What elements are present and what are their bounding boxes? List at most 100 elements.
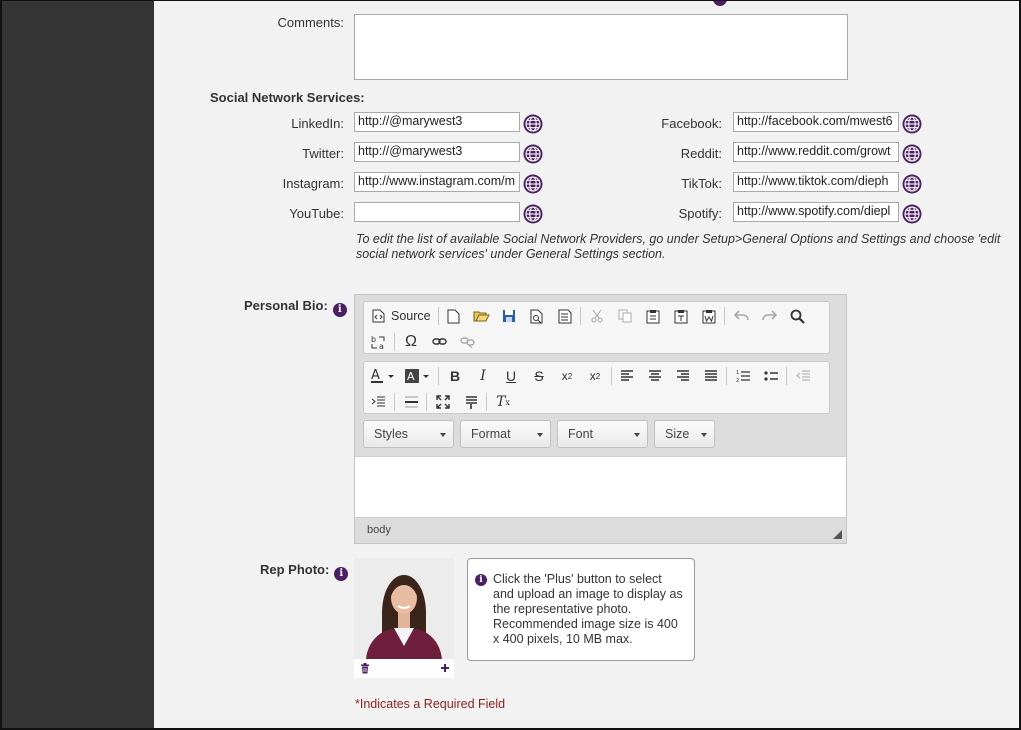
italic-icon[interactable]: I (472, 365, 494, 387)
toolbar-group-document: Source ba Ω (363, 301, 830, 354)
link-icon[interactable] (428, 331, 450, 353)
font-dropdown-label: Font (568, 427, 594, 441)
required-field-note: *Indicates a Required Field (355, 697, 506, 711)
twitter-label: Twitter: (302, 146, 344, 161)
photo-tip-text: Click the 'Plus' button to select and up… (493, 572, 683, 646)
globe-icon[interactable] (902, 174, 922, 194)
open-folder-icon[interactable] (470, 305, 492, 327)
chevron-down-icon (634, 433, 640, 437)
format-dropdown[interactable]: Format (460, 420, 551, 448)
svg-text:A: A (407, 370, 415, 383)
special-char-icon[interactable]: Ω (400, 331, 422, 353)
tiktok-input[interactable]: http://www.tiktok.com/dieph (733, 172, 899, 192)
size-dropdown-label: Size (665, 427, 690, 441)
cut-icon[interactable] (586, 305, 608, 327)
bio-label-row: Personal Bio: i (244, 298, 347, 317)
svg-text:b: b (371, 335, 376, 344)
spotify-input[interactable]: http://www.spotify.com/diepl (733, 202, 899, 222)
form-area: i Comments: Social Network Services: Lin… (154, 1, 1019, 728)
linkedin-label: LinkedIn: (291, 116, 344, 131)
paste-word-icon[interactable] (698, 305, 720, 327)
svg-text:2: 2 (736, 378, 739, 383)
replace-icon[interactable]: ba (367, 331, 389, 353)
info-icon[interactable]: i (334, 567, 349, 581)
align-center-icon[interactable] (644, 365, 666, 387)
left-sidebar (2, 1, 154, 728)
maximize-icon[interactable] (432, 391, 454, 413)
size-dropdown[interactable]: Size (654, 420, 715, 448)
redo-icon[interactable] (758, 305, 780, 327)
info-icon[interactable]: i (713, 1, 727, 6)
paste-text-icon[interactable] (670, 305, 692, 327)
svg-text:A: A (371, 368, 380, 383)
show-blocks-icon[interactable] (460, 391, 482, 413)
reddit-input[interactable]: http://www.reddit.com/growt (733, 142, 899, 162)
toolbar-group-format: A A B I U S x2 x2 12 T x (363, 361, 830, 414)
paste-icon[interactable] (642, 305, 664, 327)
info-icon: i (475, 574, 487, 586)
globe-icon[interactable] (523, 144, 543, 164)
youtube-input[interactable] (354, 202, 520, 222)
plus-icon[interactable] (440, 663, 450, 673)
preview-icon[interactable] (526, 305, 548, 327)
templates-icon[interactable] (554, 305, 576, 327)
superscript-icon[interactable]: x2 (584, 365, 606, 387)
bio-edit-area[interactable] (355, 456, 846, 518)
photo-label-row: Rep Photo: i (260, 562, 349, 581)
horizontal-line-icon[interactable] (400, 391, 422, 413)
instagram-label: Instagram: (282, 176, 344, 191)
font-dropdown[interactable]: Font (557, 420, 648, 448)
rich-text-editor: Source ba Ω A A B I U S x 2 x 2 1 2 T x … (354, 294, 847, 544)
element-path[interactable]: body (367, 524, 391, 536)
align-left-icon[interactable] (616, 365, 638, 387)
increase-indent-icon[interactable] (367, 391, 389, 413)
instagram-input[interactable]: http://www.instagram.com/m (354, 172, 520, 192)
rep-photo (354, 558, 454, 678)
photo-tip: i Click the 'Plus' button to select and … (467, 558, 695, 661)
rep-photo-image (354, 558, 454, 659)
bio-label: Personal Bio: (244, 298, 328, 313)
undo-icon[interactable] (730, 305, 752, 327)
decrease-indent-icon[interactable] (792, 365, 814, 387)
source-button[interactable]: Source (367, 305, 437, 327)
twitter-input[interactable]: http://@marywest3 (354, 142, 520, 162)
source-icon (372, 309, 385, 323)
numbered-list-icon[interactable]: 12 (732, 365, 754, 387)
resize-handle[interactable] (833, 530, 842, 539)
trash-icon[interactable] (360, 663, 370, 674)
comments-textarea[interactable] (354, 14, 848, 80)
photo-actions (354, 659, 454, 678)
app-frame: i Comments: Social Network Services: Lin… (0, 0, 1021, 730)
styles-dropdown[interactable]: Styles (363, 420, 454, 448)
globe-icon[interactable] (902, 144, 922, 164)
chevron-down-icon (701, 433, 707, 437)
new-page-icon[interactable] (442, 305, 464, 327)
globe-icon[interactable] (523, 204, 543, 224)
find-icon[interactable] (786, 305, 808, 327)
chevron-down-icon (537, 433, 543, 437)
unlink-icon[interactable] (456, 331, 478, 353)
remove-format-icon[interactable]: Tx (492, 391, 514, 413)
text-color-icon[interactable]: A (367, 365, 399, 387)
svg-text:a: a (379, 342, 384, 350)
bulleted-list-icon[interactable] (760, 365, 782, 387)
globe-icon[interactable] (902, 204, 922, 224)
info-icon[interactable]: i (332, 303, 347, 317)
globe-icon[interactable] (902, 114, 922, 134)
globe-icon[interactable] (523, 114, 543, 134)
globe-icon[interactable] (523, 174, 543, 194)
underline-icon[interactable]: U (500, 365, 522, 387)
youtube-label: YouTube: (289, 206, 344, 221)
background-color-icon[interactable]: A (402, 365, 434, 387)
justify-icon[interactable] (700, 365, 722, 387)
social-heading: Social Network Services: (210, 90, 365, 105)
linkedin-input[interactable]: http://@marywest3 (354, 112, 520, 132)
facebook-input[interactable]: http://facebook.com/mwest6 (733, 112, 899, 132)
bold-icon[interactable]: B (444, 365, 466, 387)
styles-dropdown-label: Styles (374, 427, 409, 441)
subscript-icon[interactable]: x2 (556, 365, 578, 387)
align-right-icon[interactable] (672, 365, 694, 387)
save-icon[interactable] (498, 305, 520, 327)
copy-icon[interactable] (614, 305, 636, 327)
strikethrough-icon[interactable]: S (528, 365, 550, 387)
